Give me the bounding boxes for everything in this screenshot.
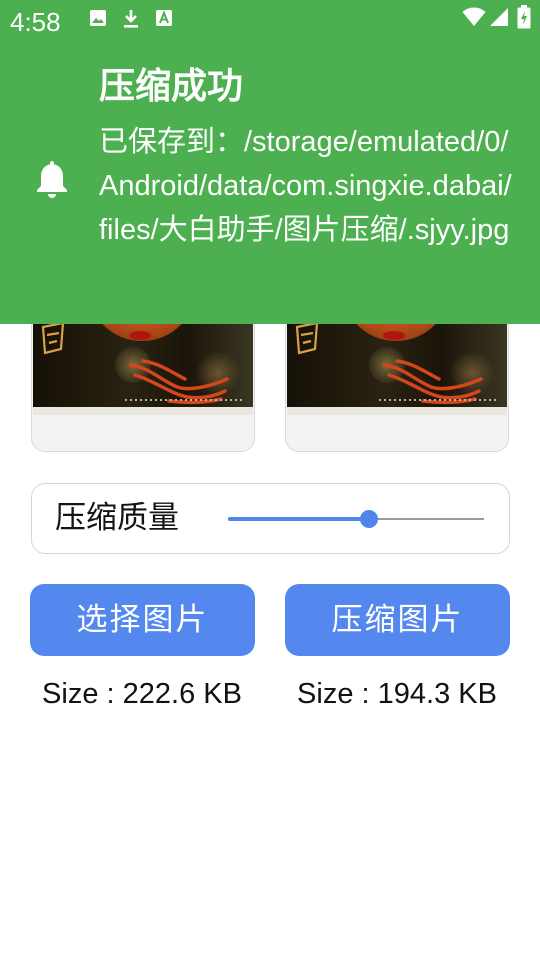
image-icon: [90, 10, 106, 26]
compressed-size-label: Size : 194.3 KB: [297, 678, 497, 710]
compress-image-button[interactable]: 压缩图片: [285, 584, 510, 656]
dotted-line: [125, 399, 245, 401]
heads-up-notification[interactable]: 4:58 压缩成功 已保存到：/storage/emulated/0/Andro…: [0, 0, 540, 324]
notification-body: 已保存到：/storage/emulated/0/Android/data/co…: [99, 126, 512, 246]
wifi-icon: [462, 7, 486, 26]
screen: 压缩质量 选择图片 压缩图片 Size : 222.6 KB Size : 19…: [0, 0, 540, 960]
image-bottom-strip: [287, 407, 507, 415]
quality-control: 压缩质量: [31, 483, 510, 554]
slider-thumb[interactable]: [359, 510, 378, 528]
lips-shape: [129, 331, 151, 340]
slider-fill: [228, 517, 369, 521]
status-bar: 4:58: [0, 0, 540, 42]
quality-label: 压缩质量: [55, 500, 179, 536]
battery-charging-icon: [517, 5, 531, 29]
notification-title: 压缩成功: [99, 66, 244, 107]
text-a-icon: [156, 10, 172, 26]
original-size-label: Size : 222.6 KB: [42, 678, 242, 710]
download-icon: [124, 10, 138, 28]
bell-icon: [37, 161, 67, 198]
image-bottom-strip: [33, 407, 253, 415]
lips-shape: [383, 331, 405, 340]
select-image-button[interactable]: 选择图片: [30, 584, 255, 656]
status-clock: 4:58: [10, 7, 61, 37]
quality-slider[interactable]: [228, 504, 484, 534]
dotted-line: [379, 399, 499, 401]
cell-signal-icon: [490, 8, 508, 26]
